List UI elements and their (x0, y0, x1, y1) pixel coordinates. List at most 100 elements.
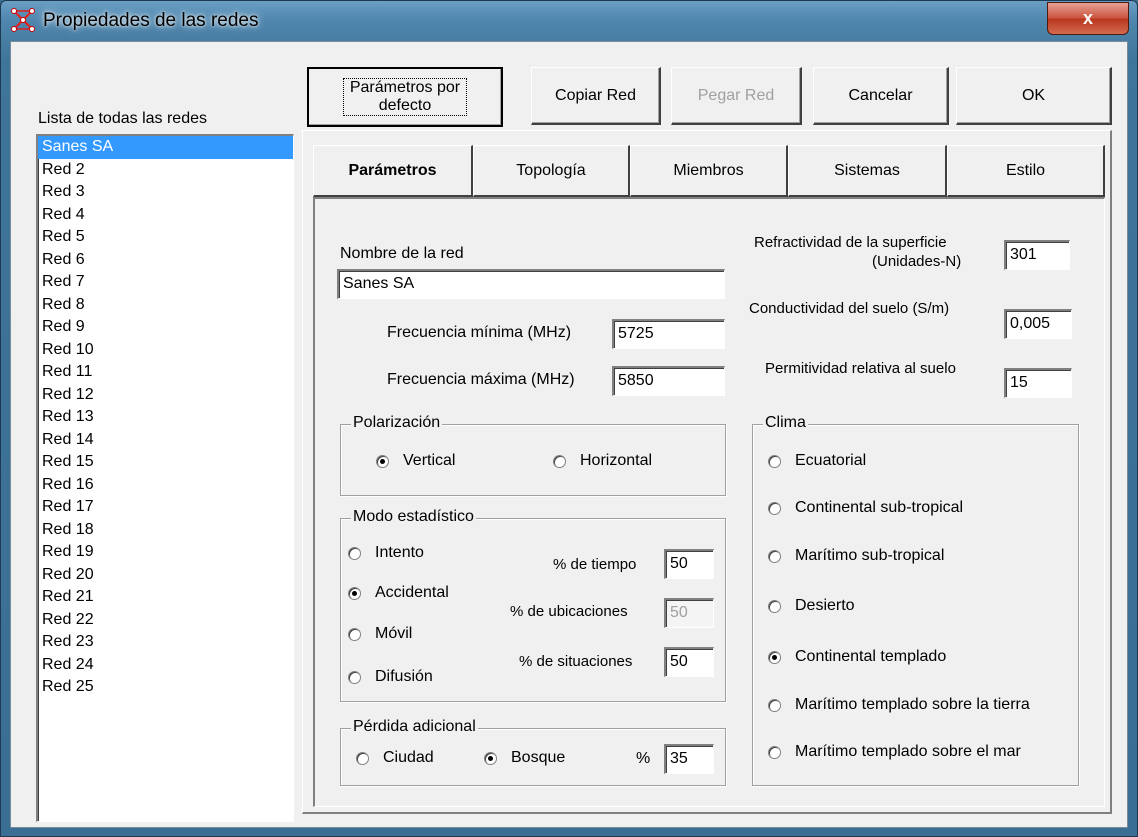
tab-parametros[interactable]: Parámetros (313, 145, 473, 197)
network-list-item[interactable]: Red 4 (38, 204, 293, 227)
radio-dot (768, 549, 781, 563)
tab-sistemas[interactable]: Sistemas (788, 145, 947, 197)
situations-pct-field[interactable]: 50 (664, 647, 714, 677)
network-list[interactable]: Sanes SA Red 2 Red 3 Red 4 Red 5 Red 6 Red 7 Re… (36, 134, 294, 822)
default-params-button[interactable]: Parámetros por defecto (307, 67, 503, 127)
mode-accidental-label: Accidental (375, 584, 449, 601)
fmin-label: Frecuencia mínima (MHz) (387, 324, 572, 341)
climate-option-radio[interactable]: Desierto (768, 595, 855, 617)
ok-button[interactable]: OK (956, 67, 1112, 125)
permittivity-field[interactable]: 15 (1004, 368, 1072, 398)
radio-dot (348, 546, 361, 560)
radio-dot (348, 627, 361, 641)
polarization-horizontal-label: Horizontal (580, 452, 653, 469)
climate-title: Clima (763, 414, 808, 432)
climate-option-label: Marítimo templado sobre la tierra (795, 696, 1030, 713)
network-list-item[interactable]: Red 13 (38, 406, 293, 429)
default-params-label-2: defecto (378, 97, 432, 114)
radio-dot (553, 454, 566, 468)
network-list-item[interactable]: Red 6 (38, 249, 293, 272)
network-list-item[interactable]: Red 18 (38, 519, 293, 542)
network-list-item[interactable]: Red 11 (38, 361, 293, 384)
tab-estilo[interactable]: Estilo (947, 145, 1105, 197)
loss-pct-field[interactable]: 35 (664, 744, 714, 774)
radio-dot (768, 454, 781, 468)
network-list-item[interactable]: Red 15 (38, 451, 293, 474)
network-list-item[interactable]: Red 5 (38, 226, 293, 249)
radio-dot (356, 751, 369, 765)
network-list-item[interactable]: Red 25 (38, 676, 293, 699)
loss-forest-label: Bosque (511, 749, 566, 766)
mode-difusion-radio[interactable]: Difusión (348, 666, 433, 688)
statistical-mode-title: Modo estadístico (351, 508, 476, 526)
permittivity-label: Permitividad relativa al suelo (765, 360, 956, 377)
conductivity-label: Conductividad del suelo (S/m) (749, 300, 950, 317)
climate-option-label: Desierto (795, 597, 855, 614)
network-list-item[interactable]: Sanes SA (38, 136, 293, 159)
refractivity-field[interactable]: 301 (1004, 240, 1070, 270)
radio-dot (768, 698, 781, 712)
fmin-field[interactable]: 5725 (612, 319, 725, 349)
network-list-item[interactable]: Red 10 (38, 339, 293, 362)
fmax-field[interactable]: 5850 (612, 366, 725, 396)
loss-forest-radio[interactable]: Bosque (484, 747, 565, 769)
time-pct-label: % de tiempo (553, 556, 637, 573)
window-title: Propiedades de las redes (43, 10, 259, 31)
network-list-item[interactable]: Red 14 (38, 429, 293, 452)
polarization-title: Polarización (351, 414, 443, 432)
network-list-item[interactable]: Red 19 (38, 541, 293, 564)
network-list-item[interactable]: Red 24 (38, 654, 293, 677)
extra-loss-title: Pérdida adicional (351, 718, 478, 736)
climate-option-radio[interactable]: Continental sub-tropical (768, 497, 963, 519)
climate-option-radio[interactable]: Ecuatorial (768, 450, 866, 472)
network-list-item[interactable]: Red 12 (38, 384, 293, 407)
climate-option-label: Marítimo sub-tropical (795, 547, 945, 564)
locations-pct-label: % de ubicaciones (510, 603, 628, 620)
cancel-button[interactable]: Cancelar (813, 67, 949, 125)
network-list-item[interactable]: Red 21 (38, 586, 293, 609)
climate-option-radio[interactable]: Continental templado (768, 646, 946, 668)
climate-option-radio[interactable]: Marítimo templado sobre el mar (768, 741, 1021, 763)
network-name-field[interactable]: Sanes SA (337, 269, 725, 299)
close-button[interactable]: x (1047, 2, 1129, 35)
network-app-icon (11, 8, 35, 32)
climate-option-radio[interactable]: Marítimo sub-tropical (768, 545, 944, 567)
network-name-label: Nombre de la red (340, 245, 464, 262)
radio-dot (768, 599, 781, 613)
climate-option-label: Ecuatorial (795, 452, 867, 469)
tab-miembros[interactable]: Miembros (630, 145, 788, 197)
network-list-item[interactable]: Red 3 (38, 181, 293, 204)
network-list-item[interactable]: Red 17 (38, 496, 293, 519)
network-list-item[interactable]: Red 20 (38, 564, 293, 587)
fmax-label: Frecuencia máxima (MHz) (387, 371, 575, 388)
tab-topologia[interactable]: Topología (473, 145, 630, 197)
mode-movil-radio[interactable]: Móvil (348, 623, 412, 645)
radio-dot (768, 650, 781, 664)
network-list-item[interactable]: Red 8 (38, 294, 293, 317)
title-bar[interactable]: Propiedades de las redes x (1, 1, 1137, 41)
copy-network-button[interactable]: Copiar Red (531, 67, 661, 125)
polarization-horizontal-radio[interactable]: Horizontal (553, 450, 652, 472)
mode-intento-label: Intento (375, 544, 424, 561)
network-list-item[interactable]: Red 23 (38, 631, 293, 654)
conductivity-field[interactable]: 0,005 (1004, 309, 1072, 339)
mode-intento-radio[interactable]: Intento (348, 542, 424, 564)
loss-city-radio[interactable]: Ciudad (356, 747, 434, 769)
radio-dot (484, 751, 497, 765)
polarization-vertical-radio[interactable]: Vertical (376, 450, 455, 472)
radio-dot (348, 670, 361, 684)
network-list-item[interactable]: Red 9 (38, 316, 293, 339)
climate-option-radio[interactable]: Marítimo templado sobre la tierra (768, 694, 1030, 716)
mode-accidental-radio[interactable]: Accidental (348, 582, 449, 604)
mode-movil-label: Móvil (375, 625, 413, 642)
paste-network-button[interactable]: Pegar Red (671, 67, 802, 125)
time-pct-field[interactable]: 50 (664, 549, 714, 579)
network-list-item[interactable]: Red 16 (38, 474, 293, 497)
network-list-label: Lista de todas las redes (38, 110, 207, 127)
network-list-item[interactable]: Red 22 (38, 609, 293, 632)
situations-pct-label: % de situaciones (519, 653, 633, 670)
radio-dot (768, 501, 781, 515)
network-list-item[interactable]: Red 7 (38, 271, 293, 294)
climate-option-label: Continental sub-tropical (795, 499, 964, 516)
network-list-item[interactable]: Red 2 (38, 159, 293, 182)
